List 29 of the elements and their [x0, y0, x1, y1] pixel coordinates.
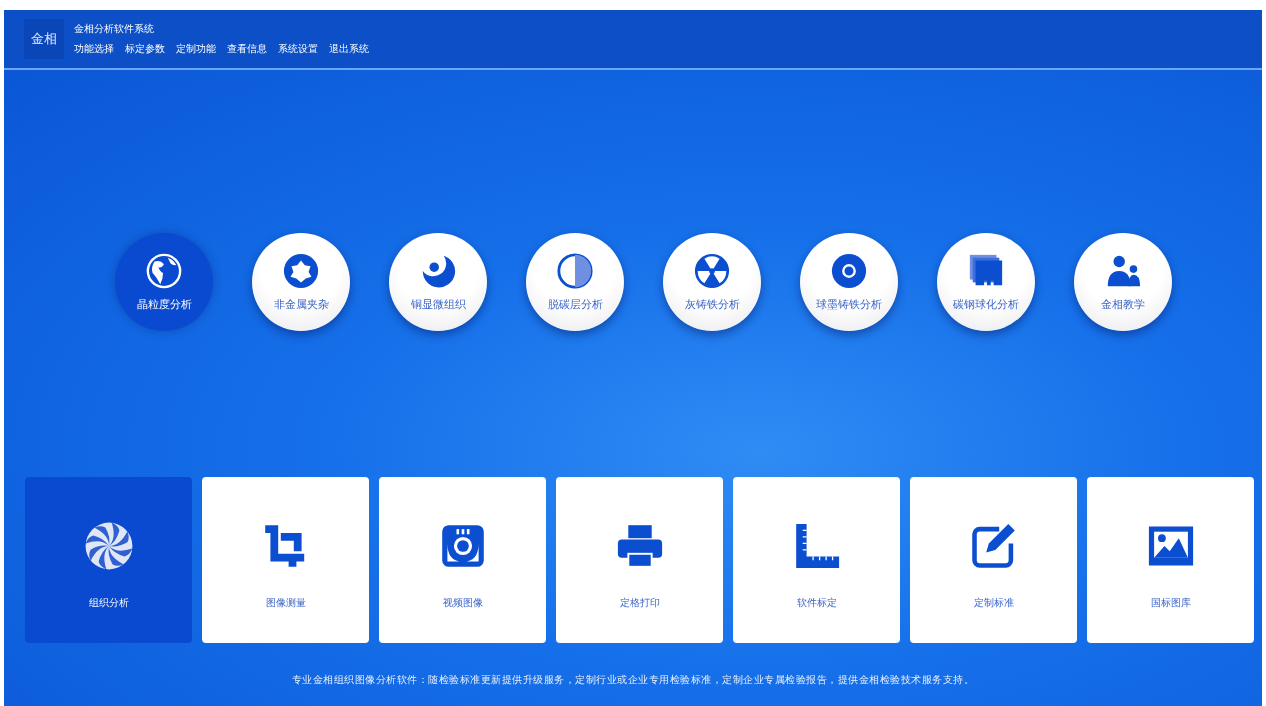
analysis-button[interactable]: 脱碳层分析 — [526, 233, 624, 331]
flower-icon — [282, 252, 320, 290]
analysis-button[interactable]: 碳钢球化分析 — [937, 233, 1035, 331]
analysis-button[interactable]: 金相教学 — [1074, 233, 1172, 331]
footer-text: 专业金相组织图像分析软件：随检验标准更新提供升级服务，定制行业或企业专用检验标准，定制企业专属检验报告，提供金相检验技术服务支持。 — [290, 673, 976, 687]
analysis-button[interactable]: 铜显微组织 — [389, 233, 487, 331]
menu-item[interactable]: 系统设置 — [278, 42, 318, 56]
tool-tile[interactable]: 图像测量 — [202, 477, 369, 643]
tool-tile[interactable]: 组织分析 — [25, 477, 192, 643]
app-title: 金相分析软件系统 — [74, 22, 155, 36]
tool-tile[interactable]: 国标图库 — [1087, 477, 1254, 643]
analysis-button[interactable]: 球墨铸铁分析 — [800, 233, 898, 331]
globe-icon — [145, 252, 183, 290]
tool-tile[interactable]: 定格打印 — [556, 477, 723, 643]
half-circle-icon — [556, 252, 594, 290]
menu-item[interactable]: 功能选择 — [74, 42, 114, 56]
radiation-icon — [693, 252, 731, 290]
analysis-button[interactable]: 晶粒度分析 — [115, 233, 213, 331]
analysis-button[interactable]: 非金属夹杂 — [252, 233, 350, 331]
menu-item[interactable]: 查看信息 — [227, 42, 267, 56]
tool-tile[interactable]: 软件标定 — [733, 477, 900, 643]
menu-item[interactable]: 标定参数 — [125, 42, 165, 56]
menu-item[interactable]: 定制功能 — [176, 42, 216, 56]
analysis-button[interactable]: 灰铸铁分析 — [663, 233, 761, 331]
tool-tile[interactable]: 定制标准 — [910, 477, 1077, 643]
disc-icon — [830, 252, 868, 290]
tool-tile[interactable]: 视频图像 — [379, 477, 546, 643]
logo: 金相 — [24, 19, 64, 59]
menu-item[interactable]: 退出系统 — [329, 42, 369, 56]
